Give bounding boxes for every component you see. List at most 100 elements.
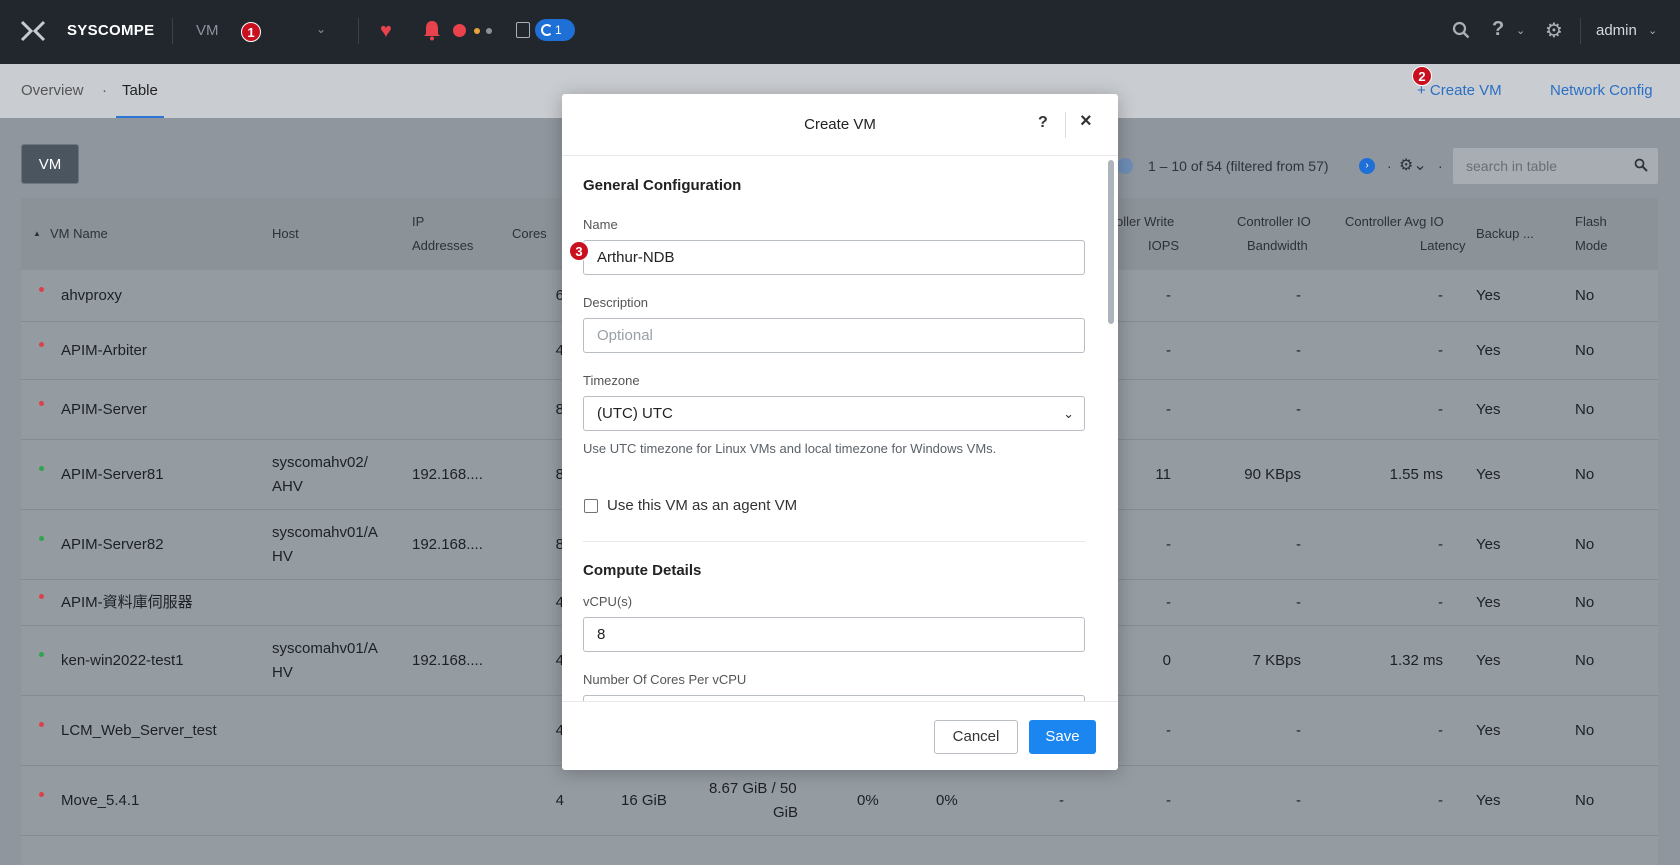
cpu-cell: 0%: [857, 792, 879, 809]
ip-cell: 192.168....: [412, 536, 483, 553]
vm-name-link[interactable]: APIM-Server82: [61, 533, 164, 557]
tab-table[interactable]: Table: [122, 82, 158, 99]
critical-alert-dot[interactable]: [453, 24, 466, 37]
running-tasks-badge[interactable]: 1: [535, 19, 575, 41]
column-ip-line1[interactable]: IP: [412, 210, 424, 234]
column-host[interactable]: Host: [272, 222, 299, 246]
vm-name-link[interactable]: APIM-資料庫伺服器: [61, 591, 193, 615]
cancel-button[interactable]: Cancel: [934, 720, 1018, 754]
pager-separator: ·: [1387, 158, 1392, 174]
column-controller-latency-line2[interactable]: Latency: [1420, 234, 1466, 258]
backup-cell: Yes: [1476, 594, 1501, 611]
cores-cell: 8: [555, 466, 564, 483]
vm-name-link[interactable]: APIM-Arbiter: [61, 339, 147, 363]
write-cell: -: [1166, 792, 1171, 809]
vm-name-link[interactable]: ahvproxy: [61, 284, 122, 308]
column-controller-write-line2[interactable]: IOPS: [1148, 234, 1179, 258]
bw-cell: 90 KBps: [1244, 466, 1301, 483]
column-controller-io-line1[interactable]: Controller IO: [1237, 210, 1311, 234]
table-row[interactable]: Move_5.4.1 4 - - - Yes No 16 GiB 8.67 GiB / 50 Gi…: [21, 766, 1658, 836]
host-cell[interactable]: syscomahv01/A: [272, 637, 378, 661]
annotation-badge-1: 1: [241, 22, 261, 42]
pagination-summary: 1 – 10 of 54 (filtered from 57): [1148, 158, 1329, 174]
agent-vm-checkbox[interactable]: [584, 499, 598, 513]
info-alert-dot[interactable]: [486, 28, 492, 34]
column-backup[interactable]: Backup ...: [1476, 222, 1534, 246]
chevron-down-icon[interactable]: ⌄: [1516, 24, 1525, 37]
chevron-down-icon[interactable]: ⌄: [316, 22, 326, 36]
previous-page-icon[interactable]: [1117, 158, 1133, 174]
timezone-select[interactable]: (UTC) UTC ⌄: [583, 396, 1085, 431]
create-vm-link[interactable]: + Create VM: [1417, 82, 1502, 99]
column-ip-line2[interactable]: Addresses: [412, 234, 473, 258]
table-search-input[interactable]: search in table: [1453, 148, 1658, 184]
logo-icon[interactable]: [20, 20, 46, 42]
brand-name: SYSCOMPE: [67, 22, 155, 39]
divider: [1580, 18, 1581, 44]
close-icon[interactable]: ×: [1080, 110, 1092, 133]
name-input[interactable]: Arthur-NDB: [583, 240, 1085, 275]
host-cell[interactable]: syscomahv02/: [272, 451, 368, 475]
gear-icon[interactable]: ⚙: [1545, 18, 1563, 43]
vm-name-link[interactable]: APIM-Server: [61, 398, 147, 422]
lat-cell: 1.55 ms: [1389, 466, 1443, 483]
memory-cell: 16 GiB: [621, 792, 667, 809]
top-navigation-bar: SYSCOMPE VM 1 ⌄ ♥ 1 ? ⌄ ⚙ admin ⌄: [0, 0, 1680, 64]
next-page-icon[interactable]: ›: [1359, 158, 1375, 174]
help-icon[interactable]: ?: [1492, 18, 1504, 41]
vm-name-link[interactable]: APIM-Server81: [61, 463, 164, 487]
network-config-link[interactable]: Network Config: [1550, 82, 1653, 99]
annotation-badge-2: 2: [1412, 66, 1432, 86]
dialog-scrollbar[interactable]: [1108, 160, 1114, 324]
section-general-configuration: General Configuration: [583, 177, 742, 194]
column-controller-latency-line1[interactable]: Controller Avg IO: [1345, 210, 1444, 234]
cores-cell: 8: [555, 536, 564, 553]
tasks-icon[interactable]: [516, 22, 530, 38]
lat-cell: -: [1438, 792, 1443, 809]
timezone-label: Timezone: [583, 373, 640, 388]
chevron-down-icon[interactable]: ⌄: [1648, 24, 1657, 37]
warning-alert-dot[interactable]: [474, 28, 480, 34]
divider: [358, 18, 359, 44]
lat-cell: -: [1438, 401, 1443, 418]
column-controller-write-line1[interactable]: oller Write: [1116, 210, 1174, 234]
column-flash-line1[interactable]: Flash: [1575, 210, 1607, 234]
tab-separator: ·: [102, 82, 107, 99]
column-controller-io-line2[interactable]: Bandwidth: [1247, 234, 1308, 258]
heart-icon[interactable]: ♥: [380, 20, 392, 43]
column-cores[interactable]: Cores: [512, 222, 547, 246]
vm-name-link[interactable]: Move_5.4.1: [61, 789, 139, 813]
column-flash-line2[interactable]: Mode: [1575, 234, 1608, 258]
description-input[interactable]: Optional: [583, 318, 1085, 353]
host-cell[interactable]: AHV: [272, 475, 303, 499]
vcpu-label: vCPU(s): [583, 594, 633, 609]
vm-name-link[interactable]: LCM_Web_Server_test: [61, 719, 217, 743]
vm-name-link[interactable]: ken-win2022-test1: [61, 649, 184, 673]
bell-icon[interactable]: [423, 19, 441, 41]
search-icon[interactable]: [1452, 21, 1470, 39]
host-cell[interactable]: HV: [272, 661, 293, 685]
search-icon[interactable]: [1634, 158, 1648, 172]
user-menu[interactable]: admin: [1596, 22, 1637, 39]
lat-cell: -: [1438, 594, 1443, 611]
help-icon[interactable]: ?: [1038, 114, 1048, 132]
vcpu-input[interactable]: 8: [583, 617, 1085, 652]
vm-actions-button[interactable]: VM: [21, 144, 79, 184]
status-dot: [39, 401, 44, 406]
create-vm-dialog: Create VM ? × General Configuration Name…: [562, 94, 1118, 770]
bw-cell: 7 KBps: [1252, 652, 1301, 669]
bw-cell: -: [1296, 342, 1301, 359]
sort-asc-icon[interactable]: ▲: [33, 222, 41, 246]
dialog-header: Create VM ? ×: [562, 94, 1118, 156]
status-dot: [39, 594, 44, 599]
host-cell[interactable]: syscomahv01/A: [272, 521, 378, 545]
storage-2-cell: GiB: [773, 804, 799, 821]
save-button[interactable]: Save: [1029, 720, 1096, 754]
flash-cell: No: [1575, 722, 1595, 739]
module-selector[interactable]: VM: [196, 22, 219, 39]
tab-overview[interactable]: Overview: [21, 82, 84, 99]
column-vm-name[interactable]: VM Name: [50, 222, 108, 246]
agent-vm-label[interactable]: Use this VM as an agent VM: [607, 497, 797, 514]
table-settings-gear-icon[interactable]: ⚙⌄: [1399, 155, 1427, 175]
host-cell[interactable]: HV: [272, 545, 293, 569]
